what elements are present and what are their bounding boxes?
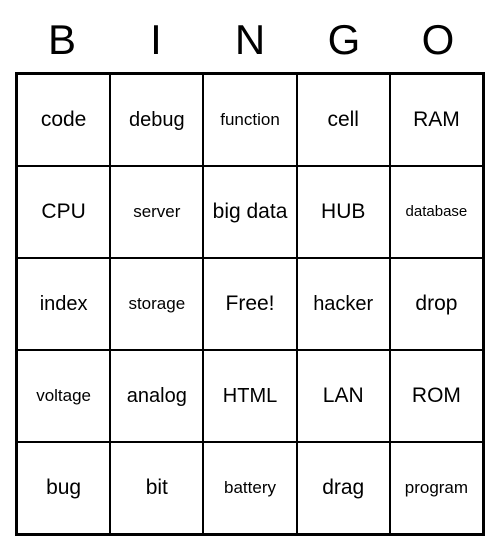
bingo-cell[interactable]: server [110,166,203,258]
bingo-cell[interactable]: hacker [297,258,390,350]
grid-row: bugbitbatterydragprogram [17,442,483,534]
bingo-cell[interactable]: CPU [17,166,110,258]
bingo-cell[interactable]: battery [203,442,296,534]
bingo-grid: codedebugfunctioncellRAMCPUserverbig dat… [15,72,485,536]
bingo-cell[interactable]: HTML [203,350,296,442]
header-letter-o: O [391,16,485,64]
header-letter-b: B [15,16,109,64]
bingo-cell[interactable]: drop [390,258,483,350]
bingo-cell[interactable]: Free! [203,258,296,350]
bingo-cell[interactable]: storage [110,258,203,350]
bingo-cell[interactable]: program [390,442,483,534]
bingo-cell[interactable]: index [17,258,110,350]
grid-row: codedebugfunctioncellRAM [17,74,483,166]
bingo-cell[interactable]: cell [297,74,390,166]
bingo-cell[interactable]: analog [110,350,203,442]
bingo-cell[interactable]: big data [203,166,296,258]
bingo-cell[interactable]: drag [297,442,390,534]
bingo-cell[interactable]: debug [110,74,203,166]
header-letter-n: N [203,16,297,64]
bingo-cell[interactable]: ROM [390,350,483,442]
bingo-cell[interactable]: bug [17,442,110,534]
bingo-header: B I N G O [15,16,485,64]
header-letter-g: G [297,16,391,64]
bingo-cell[interactable]: code [17,74,110,166]
bingo-cell[interactable]: LAN [297,350,390,442]
grid-row: voltageanalogHTMLLANROM [17,350,483,442]
bingo-cell[interactable]: function [203,74,296,166]
bingo-cell[interactable]: voltage [17,350,110,442]
header-letter-i: I [109,16,203,64]
bingo-cell[interactable]: HUB [297,166,390,258]
bingo-cell[interactable]: bit [110,442,203,534]
grid-row: CPUserverbig dataHUBdatabase [17,166,483,258]
bingo-cell[interactable]: RAM [390,74,483,166]
grid-row: indexstorageFree!hackerdrop [17,258,483,350]
bingo-cell[interactable]: database [390,166,483,258]
